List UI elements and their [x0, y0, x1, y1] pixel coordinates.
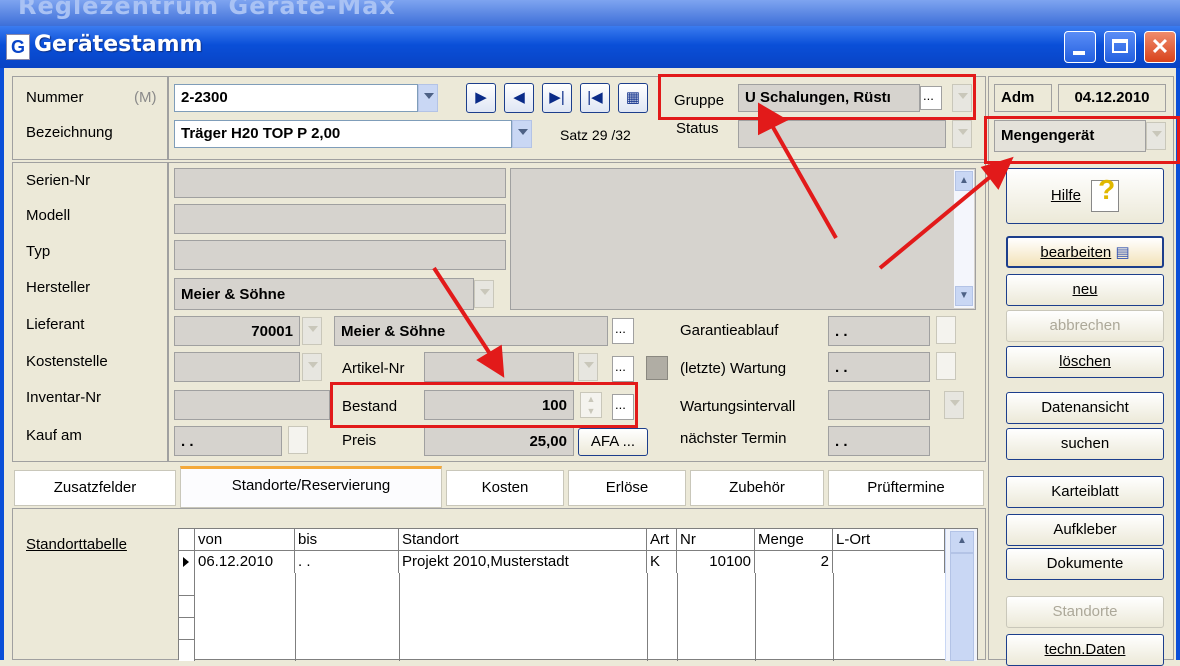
arrow-head-gruppe: [758, 102, 789, 136]
arrow-to-bestand: [432, 266, 496, 362]
arrow-to-gruppe: [768, 121, 838, 239]
annotation-arrows: [432, 102, 1014, 378]
arrow-to-mengengeraet: [878, 170, 998, 270]
arrow-head-bestand: [476, 344, 505, 378]
arrow-head-mengengeraet: [980, 156, 1014, 190]
